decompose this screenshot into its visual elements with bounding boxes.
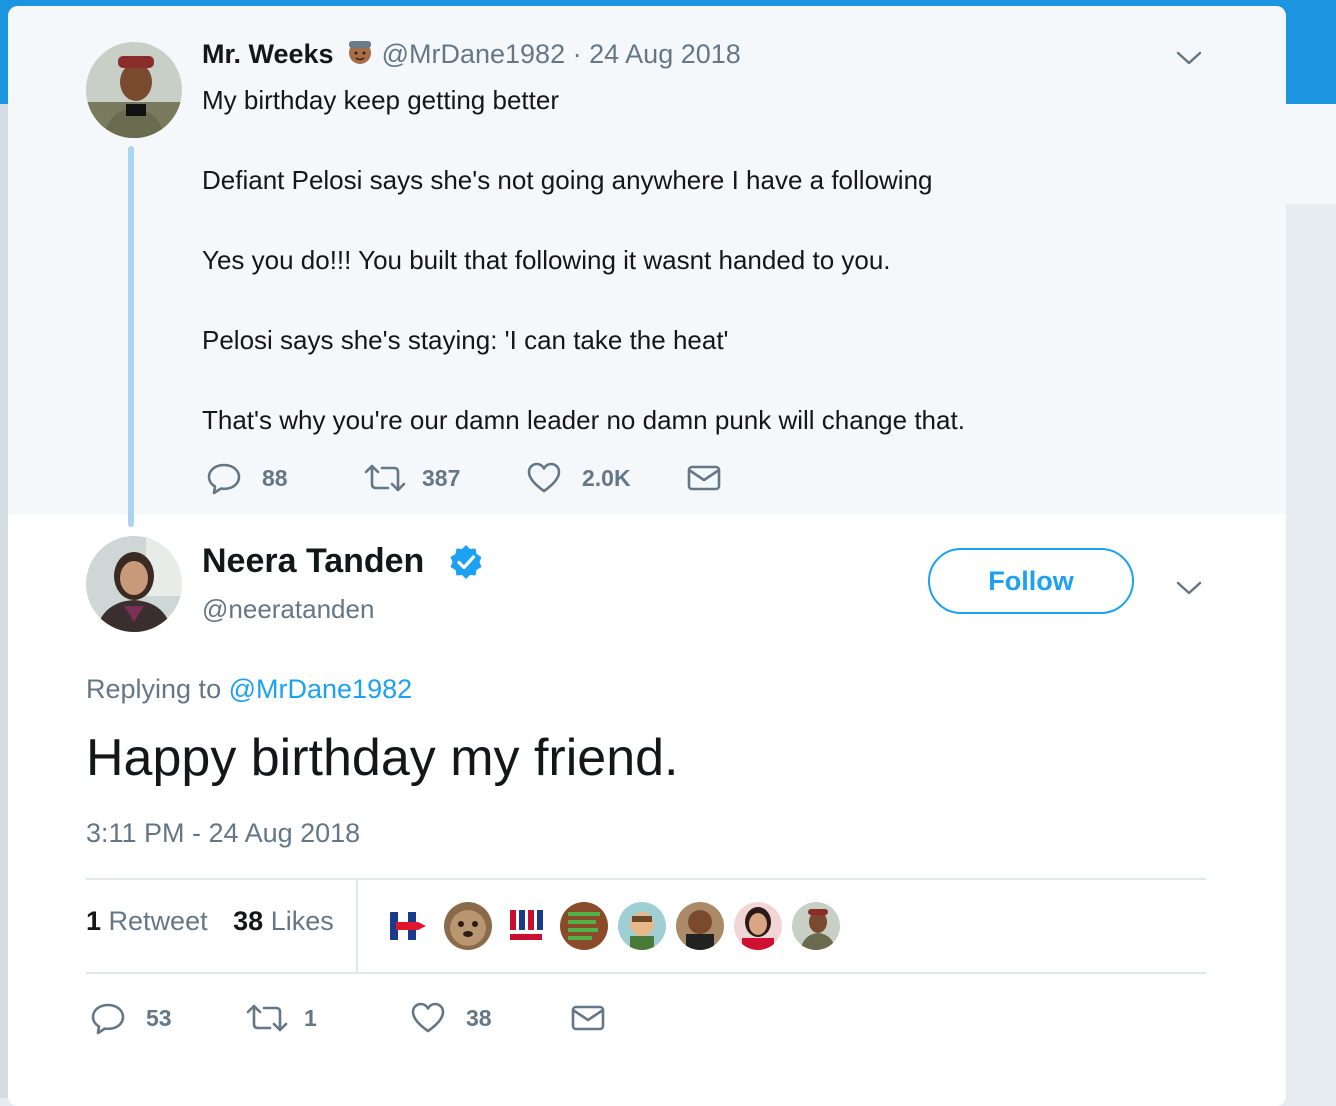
parent-tweet-text: My birthday keep getting better Defiant … <box>202 80 1202 440</box>
tweet-line-gap <box>202 120 1202 160</box>
main-tweet-text: Happy birthday my friend. <box>86 729 679 787</box>
tweet-line: Defiant Pelosi says she's not going anyw… <box>202 165 933 195</box>
tweet-line-gap <box>202 360 1202 400</box>
parent-tweet[interactable]: Mr. Weeks @MrDane1982 · 24 Aug 2018 My bi… <box>8 6 1286 527</box>
tweet-stats: 1 Retweet 38 Likes <box>86 906 334 937</box>
likes-label: Likes <box>270 906 334 936</box>
parent-reply-button[interactable]: 88 <box>206 460 288 496</box>
retweet-label: Retweet <box>108 906 208 936</box>
likes-count: 38 <box>233 906 264 936</box>
liker-avatar[interactable] <box>386 902 434 950</box>
liker-avatar[interactable] <box>734 902 782 950</box>
replying-to-link[interactable]: @MrDane1982 <box>229 674 413 704</box>
envelope-icon <box>686 460 722 496</box>
like-button[interactable]: 38 <box>410 1000 492 1036</box>
parent-retweet-count: 387 <box>422 464 461 491</box>
main-author-handle[interactable]: @neeratanden <box>202 594 374 625</box>
chevron-down-icon[interactable] <box>1174 48 1204 68</box>
reply-button[interactable]: 53 <box>90 1000 172 1036</box>
parent-like-button[interactable]: 2.0K <box>526 460 631 496</box>
tweet-line: Pelosi says she's staying: 'I can take t… <box>202 325 729 355</box>
follow-button[interactable]: Follow <box>928 548 1134 614</box>
liker-avatar[interactable] <box>618 902 666 950</box>
stats-divider <box>356 878 358 972</box>
like-count: 38 <box>466 1004 492 1031</box>
liker-avatar[interactable] <box>676 902 724 950</box>
reply-icon <box>90 1000 126 1036</box>
retweet-icon <box>246 1000 288 1036</box>
parent-like-count: 2.0K <box>582 464 631 491</box>
parent-header: Mr. Weeks @MrDane1982 · 24 Aug 2018 <box>202 36 741 72</box>
main-author-name[interactable]: Neera Tanden <box>202 542 424 581</box>
parent-date[interactable]: 24 Aug 2018 <box>589 39 741 69</box>
background-left-strip <box>0 104 8 1098</box>
tweet-modal: Mr. Weeks @MrDane1982 · 24 Aug 2018 My bi… <box>8 6 1286 1106</box>
parent-author-handle[interactable]: @MrDane1982 <box>382 39 566 69</box>
parent-retweet-button[interactable]: 387 <box>364 460 460 496</box>
envelope-icon <box>570 1000 606 1036</box>
chevron-down-icon[interactable] <box>1174 578 1204 598</box>
main-tweet-timestamp[interactable]: 3:11 PM - 24 Aug 2018 <box>86 818 360 849</box>
parent-avatar[interactable] <box>86 42 182 138</box>
tweet-line: Yes you do!!! You built that following i… <box>202 245 891 275</box>
retweet-count: 1 <box>86 906 102 936</box>
verified-badge-icon <box>448 544 484 580</box>
man-emoji-icon <box>346 38 374 66</box>
heart-icon <box>410 1000 446 1036</box>
replying-to: Replying to @MrDane1982 <box>86 674 412 705</box>
parent-reply-count: 88 <box>262 464 288 491</box>
liker-avatar[interactable] <box>792 902 840 950</box>
liker-avatar[interactable] <box>444 902 492 950</box>
retweet-count: 1 <box>304 1004 317 1031</box>
parent-author-name[interactable]: Mr. Weeks <box>202 39 334 69</box>
retweet-button[interactable]: 1 <box>246 1000 317 1036</box>
replying-prefix: Replying to <box>86 674 222 704</box>
background-strip <box>1286 104 1336 204</box>
divider <box>86 878 1206 880</box>
liker-avatar[interactable] <box>502 902 550 950</box>
reply-count: 53 <box>146 1004 172 1031</box>
retweet-icon <box>364 460 406 496</box>
divider <box>86 972 1206 974</box>
likes-stat[interactable]: 38 Likes <box>233 906 334 936</box>
tweet-line: My birthday keep getting better <box>202 85 559 115</box>
liker-avatars <box>386 902 850 950</box>
main-author-avatar[interactable] <box>86 536 182 632</box>
dm-button[interactable] <box>570 1000 606 1036</box>
reply-icon <box>206 460 242 496</box>
tweet-line-gap <box>202 200 1202 240</box>
parent-separator: · <box>572 39 582 69</box>
retweet-stat[interactable]: 1 Retweet <box>86 906 208 936</box>
liker-avatar[interactable] <box>560 902 608 950</box>
tweet-line: That's why you're our damn leader no dam… <box>202 405 965 435</box>
tweet-line-gap <box>202 280 1202 320</box>
parent-dm-button[interactable] <box>686 460 722 496</box>
thread-connector-line <box>128 146 134 527</box>
heart-icon <box>526 460 562 496</box>
